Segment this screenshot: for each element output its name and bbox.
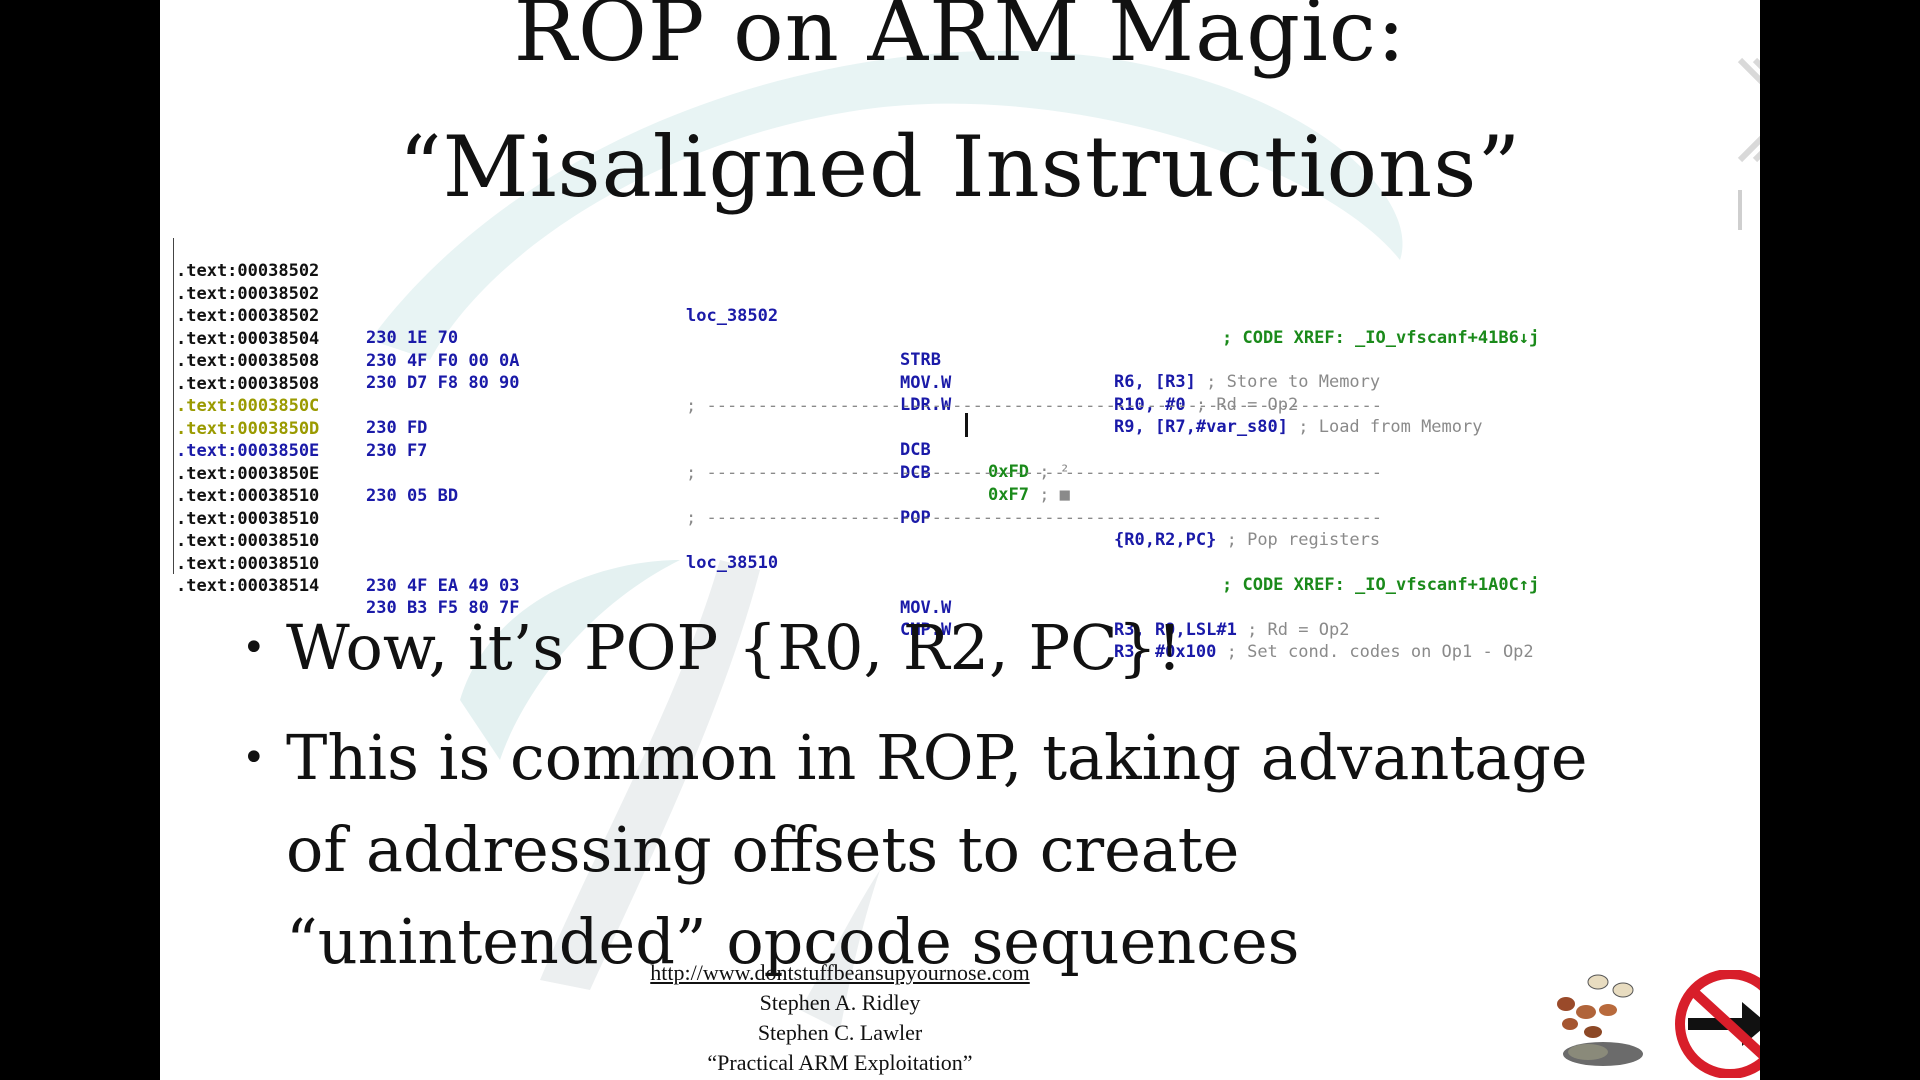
disasm-bytes: 230 4F EA 49 03	[366, 575, 520, 596]
disasm-row: .text:00038510	[174, 486, 1734, 529]
disasm-row: .text:0003850E 230 05 BD POP {R0,R2,PC} …	[174, 441, 1734, 550]
disasm-row: .text:00038510 230 4F EA 49 03 MOV.W R3,…	[174, 531, 1734, 640]
bullet-dot-icon: •	[242, 625, 266, 671]
disasm-row: .text:00038502 230 1E 70 STRB R6, [R3] ;…	[174, 283, 1734, 392]
disasm-row: .text:00038514 230 B3 F5 80 7F CMP.W R3,…	[174, 553, 1734, 662]
slide-title-line-2: “Misaligned Instructions”	[398, 118, 1522, 216]
footer-url-link[interactable]: http://www.dontstuffbeansupyournose.com	[590, 960, 1090, 986]
disasm-row: .text:0003850E ; -----------------------…	[174, 418, 1734, 483]
text-cursor	[965, 413, 968, 437]
footer-author-2: Stephen C. Lawler	[757, 1020, 923, 1045]
disasm-row: .text:00038502	[174, 238, 1734, 281]
bullet-dot-icon: •	[242, 735, 266, 781]
disasm-comment: ; Rd = Op2	[1247, 619, 1350, 640]
beans-icon	[1557, 974, 1643, 1066]
disasm-row: .text:00038504 230 4F F0 00 0A MOV.W R10…	[174, 306, 1734, 415]
bullet-2-line-2: of addressing offsets to create	[286, 813, 1240, 886]
disasm-row: .text:00038502 loc_38502 ; CODE XREF: _I…	[174, 261, 1734, 348]
disasm-row: .text:00038510 loc_38510 ; CODE XREF: _I…	[174, 508, 1734, 595]
bullet-2-line-1: This is common in ROP, taking advantage	[286, 721, 1588, 794]
disasm-row: .text:0003850D 230 F7 DCB 0xF7 ; ■	[174, 396, 1734, 505]
footer-author-1: Stephen A. Ridley	[759, 990, 921, 1015]
bullet-1-text: Wow, it’s POP {R0, R2, PC}!	[286, 611, 1182, 684]
no-entry-arrow-icon	[1675, 970, 1760, 1078]
slide-title-line-1: ROP on ARM Magic:	[513, 0, 1407, 80]
disasm-row: .text:0003850C 230 FD DCB 0xFD ; ²	[174, 373, 1734, 482]
disasm-row: .text:00038508 ; -----------------------…	[174, 351, 1734, 416]
disasm-address: .text:00038514	[176, 576, 320, 596]
footer-talk-title: “Practical ARM Exploitation”	[707, 1050, 973, 1075]
slide: ROP on ARM Magic: “Misaligned Instructio…	[160, 0, 1760, 1080]
disasm-row: .text:00038510 ; -----------------------…	[174, 463, 1734, 528]
disasm-row: .text:00038508 230 D7 F8 80 90 LDR.W R9,…	[174, 328, 1734, 437]
disassembly-listing: .text:00038502 .text:00038502 loc_38502 …	[174, 238, 1734, 662]
conference-logo-icon	[1737, 57, 1760, 230]
disasm-xref-comment: ; CODE XREF: _IO_vfscanf+1A0C↑j	[1222, 575, 1540, 595]
disasm-comment: ; Set cond. codes on Op1 - Op2	[1226, 642, 1534, 662]
